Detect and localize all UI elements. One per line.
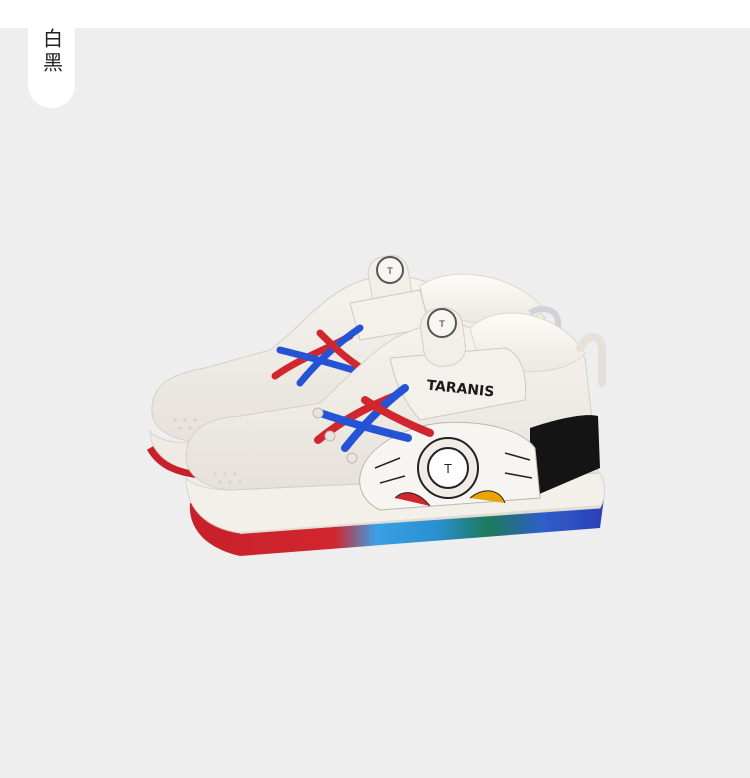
svg-text:T: T [438,320,445,330]
svg-text:T: T [386,267,393,277]
sneaker-pair-photo: T TARANIS T T [146,254,606,556]
svg-text:T: T [443,462,452,476]
front-sneaker: TARANIS T T [185,307,606,556]
